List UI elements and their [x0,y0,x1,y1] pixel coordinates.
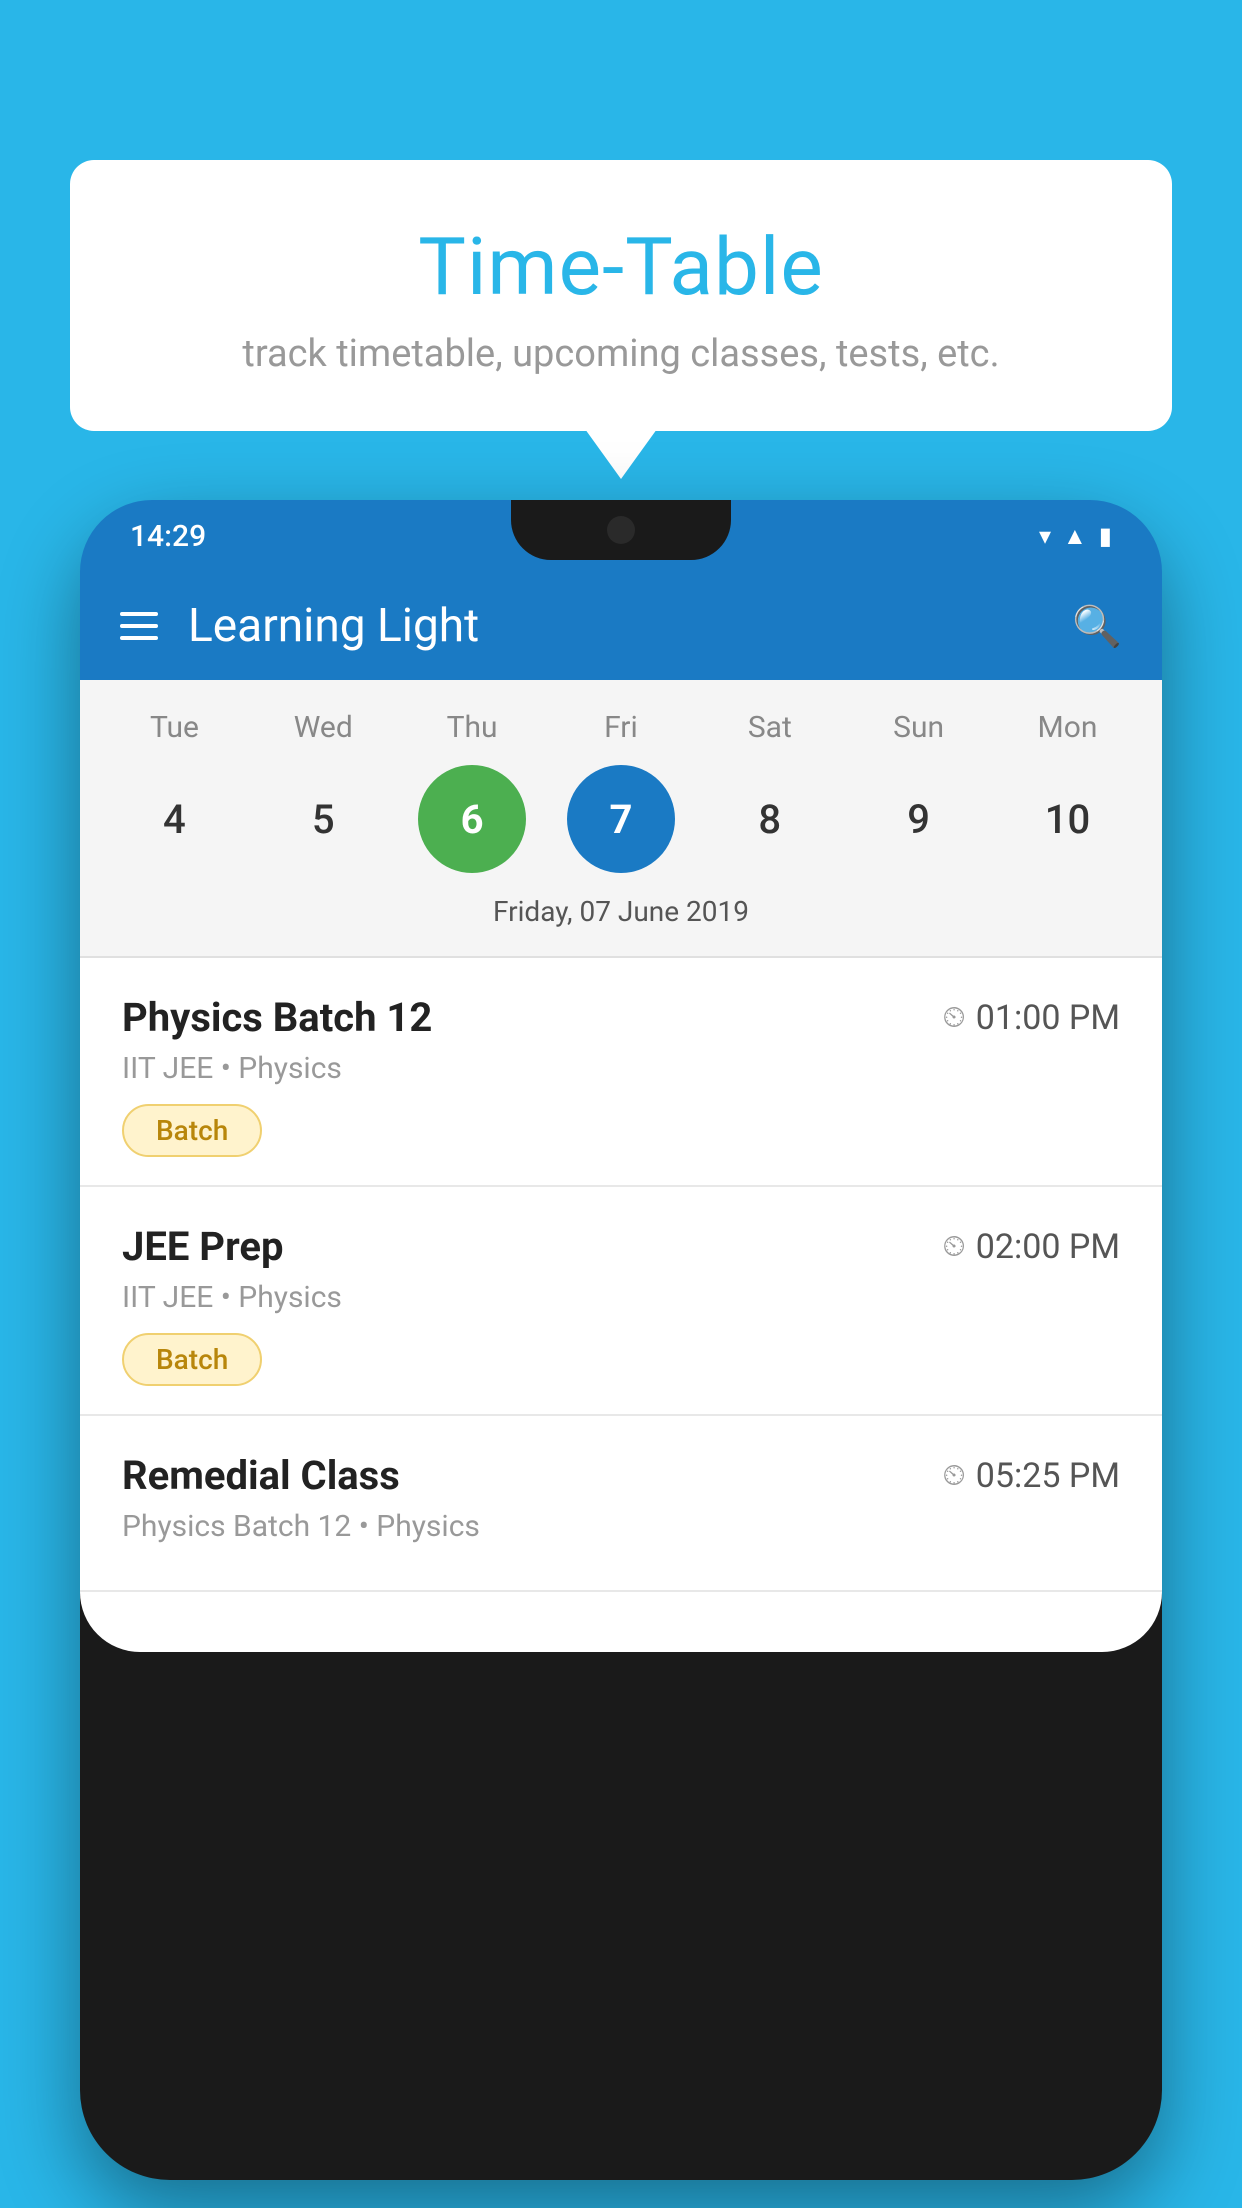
dates-row: 4 5 6 7 8 9 10 [80,755,1162,889]
date-6-today[interactable]: 6 [418,765,526,873]
day-tue[interactable]: Tue [109,710,239,745]
schedule-item-2[interactable]: JEE Prep ⏲ 02:00 PM IIT JEE • Physics Ba… [80,1187,1162,1416]
phone-frame: 14:29 ▾ ▲ ▮ Learning Light 🔍 Tue Wed Thu [80,500,1162,2180]
days-header: Tue Wed Thu Fri Sat Sun Mon [80,700,1162,755]
date-9[interactable]: 9 [865,765,973,873]
status-time: 14:29 [130,519,206,554]
schedule-subtitle-3: Physics Batch 12 • Physics [122,1509,1120,1544]
speech-bubble: Time-Table track timetable, upcoming cla… [70,160,1172,431]
search-icon[interactable]: 🔍 [1072,603,1122,650]
schedule-item-3-header: Remedial Class ⏲ 05:25 PM [122,1452,1120,1499]
clock-icon-1: ⏲ [942,1000,965,1035]
schedule-title-2: JEE Prep [122,1223,283,1270]
schedule-title-3: Remedial Class [122,1452,400,1499]
clock-icon-3: ⏲ [942,1458,965,1493]
schedule-time-1: ⏲ 01:00 PM [942,998,1120,1038]
schedule-time-3: ⏲ 05:25 PM [942,1456,1120,1496]
day-thu[interactable]: Thu [407,710,537,745]
phone-notch [511,500,731,560]
time-value-1: 01:00 PM [976,998,1120,1038]
battery-icon: ▮ [1099,522,1112,550]
selected-date-label: Friday, 07 June 2019 [80,889,1162,946]
speech-bubble-container: Time-Table track timetable, upcoming cla… [70,160,1172,431]
schedule-item-1-header: Physics Batch 12 ⏲ 01:00 PM [122,994,1120,1041]
hamburger-menu-icon[interactable] [120,612,158,640]
app-bar: Learning Light 🔍 [80,572,1162,680]
schedule-subtitle-2: IIT JEE • Physics [122,1280,1120,1315]
day-sat[interactable]: Sat [705,710,835,745]
time-value-2: 02:00 PM [976,1227,1120,1267]
schedule-time-2: ⏲ 02:00 PM [942,1227,1120,1267]
schedule-title-1: Physics Batch 12 [122,994,432,1041]
phone-camera [607,516,635,544]
schedule-item-1[interactable]: Physics Batch 12 ⏲ 01:00 PM IIT JEE • Ph… [80,958,1162,1187]
date-7-selected[interactable]: 7 [567,765,675,873]
bubble-title: Time-Table [110,220,1132,314]
day-fri[interactable]: Fri [556,710,686,745]
app-title: Learning Light [188,599,1072,653]
bubble-subtitle: track timetable, upcoming classes, tests… [110,332,1132,376]
schedule-item-2-header: JEE Prep ⏲ 02:00 PM [122,1223,1120,1270]
calendar-strip: Tue Wed Thu Fri Sat Sun Mon 4 5 6 7 8 9 … [80,680,1162,956]
batch-badge-1: Batch [122,1104,262,1157]
day-sun[interactable]: Sun [854,710,984,745]
date-4[interactable]: 4 [120,765,228,873]
batch-badge-2: Batch [122,1333,262,1386]
phone-container: 14:29 ▾ ▲ ▮ Learning Light 🔍 Tue Wed Thu [80,500,1162,2208]
clock-icon-2: ⏲ [942,1229,965,1264]
date-5[interactable]: 5 [269,765,377,873]
time-value-3: 05:25 PM [976,1456,1120,1496]
date-8[interactable]: 8 [716,765,824,873]
schedule-item-3[interactable]: Remedial Class ⏲ 05:25 PM Physics Batch … [80,1416,1162,1592]
schedule-subtitle-1: IIT JEE • Physics [122,1051,1120,1086]
day-wed[interactable]: Wed [258,710,388,745]
day-mon[interactable]: Mon [1002,710,1132,745]
wifi-icon: ▾ [1039,522,1051,550]
status-icons: ▾ ▲ ▮ [1039,522,1112,551]
schedule-list: Physics Batch 12 ⏲ 01:00 PM IIT JEE • Ph… [80,958,1162,1592]
signal-icon: ▲ [1063,522,1087,551]
date-10[interactable]: 10 [1013,765,1121,873]
phone-bottom [80,1592,1162,1652]
